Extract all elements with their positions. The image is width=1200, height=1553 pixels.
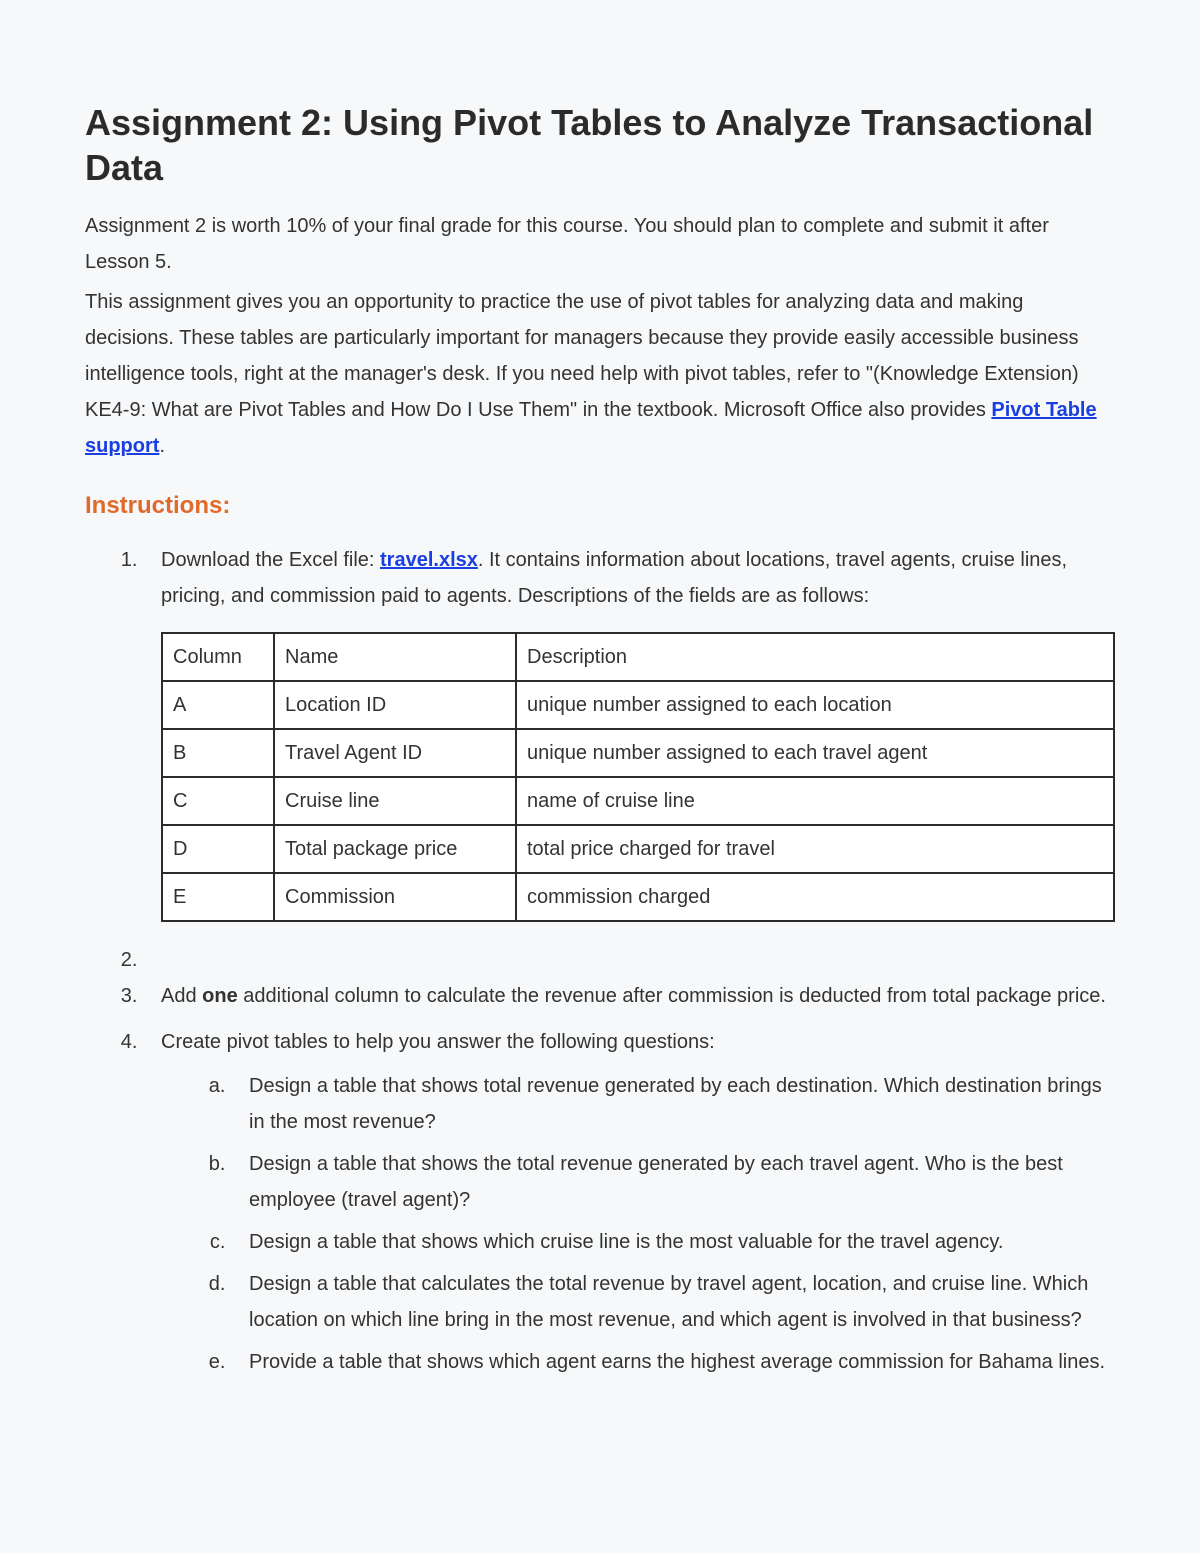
- intro-text: This assignment gives you an opportunity…: [85, 291, 1079, 421]
- instructions-heading: Instructions:: [85, 492, 1115, 520]
- intro-block: Assignment 2 is worth 10% of your final …: [85, 208, 1115, 464]
- step-2: [143, 942, 1115, 978]
- table-row: D Total package price total price charge…: [162, 825, 1114, 873]
- step-4-sublist: Design a table that shows total revenue …: [161, 1068, 1115, 1380]
- cell-description: unique number assigned to each travel ag…: [516, 729, 1114, 777]
- table-row: E Commission commission charged: [162, 873, 1114, 921]
- cell-description: total price charged for travel: [516, 825, 1114, 873]
- cell-name: Travel Agent ID: [274, 729, 516, 777]
- intro-text-tail: .: [159, 435, 165, 457]
- cell-column: A: [162, 681, 274, 729]
- step-4e: Provide a table that shows which agent e…: [231, 1344, 1115, 1380]
- intro-paragraph-2: This assignment gives you an opportunity…: [85, 284, 1115, 464]
- step-3-pre: Add: [161, 985, 202, 1007]
- step-4d: Design a table that calculates the total…: [231, 1266, 1115, 1338]
- step-1: Download the Excel file: travel.xlsx. It…: [143, 542, 1115, 922]
- step-1-pre: Download the Excel file:: [161, 549, 380, 571]
- table-row: B Travel Agent ID unique number assigned…: [162, 729, 1114, 777]
- cell-name: Total package price: [274, 825, 516, 873]
- table-row: A Location ID unique number assigned to …: [162, 681, 1114, 729]
- table-row: C Cruise line name of cruise line: [162, 777, 1114, 825]
- step-4-lead: Create pivot tables to help you answer t…: [161, 1031, 715, 1053]
- cell-description: name of cruise line: [516, 777, 1114, 825]
- travel-xlsx-link[interactable]: travel.xlsx: [380, 549, 478, 571]
- step-3: Add one additional column to calculate t…: [143, 978, 1115, 1014]
- instructions-list: Download the Excel file: travel.xlsx. It…: [85, 542, 1115, 1380]
- table-header-description: Description: [516, 633, 1114, 681]
- step-3-bold: one: [202, 985, 238, 1007]
- intro-paragraph-1: Assignment 2 is worth 10% of your final …: [85, 208, 1115, 280]
- step-3-post: additional column to calculate the reven…: [238, 985, 1106, 1007]
- cell-column: E: [162, 873, 274, 921]
- table-header-column: Column: [162, 633, 274, 681]
- document-page: Assignment 2: Using Pivot Tables to Anal…: [0, 0, 1200, 1553]
- step-4c: Design a table that shows which cruise l…: [231, 1224, 1115, 1260]
- cell-column: D: [162, 825, 274, 873]
- cell-name: Commission: [274, 873, 516, 921]
- cell-column: C: [162, 777, 274, 825]
- cell-name: Location ID: [274, 681, 516, 729]
- step-4a: Design a table that shows total revenue …: [231, 1068, 1115, 1140]
- cell-name: Cruise line: [274, 777, 516, 825]
- step-4: Create pivot tables to help you answer t…: [143, 1024, 1115, 1380]
- table-header-name: Name: [274, 633, 516, 681]
- page-title: Assignment 2: Using Pivot Tables to Anal…: [85, 100, 1115, 190]
- cell-description: commission charged: [516, 873, 1114, 921]
- cell-description: unique number assigned to each location: [516, 681, 1114, 729]
- fields-table: Column Name Description A Location ID un…: [161, 632, 1115, 922]
- table-row: Column Name Description: [162, 633, 1114, 681]
- cell-column: B: [162, 729, 274, 777]
- step-4b: Design a table that shows the total reve…: [231, 1146, 1115, 1218]
